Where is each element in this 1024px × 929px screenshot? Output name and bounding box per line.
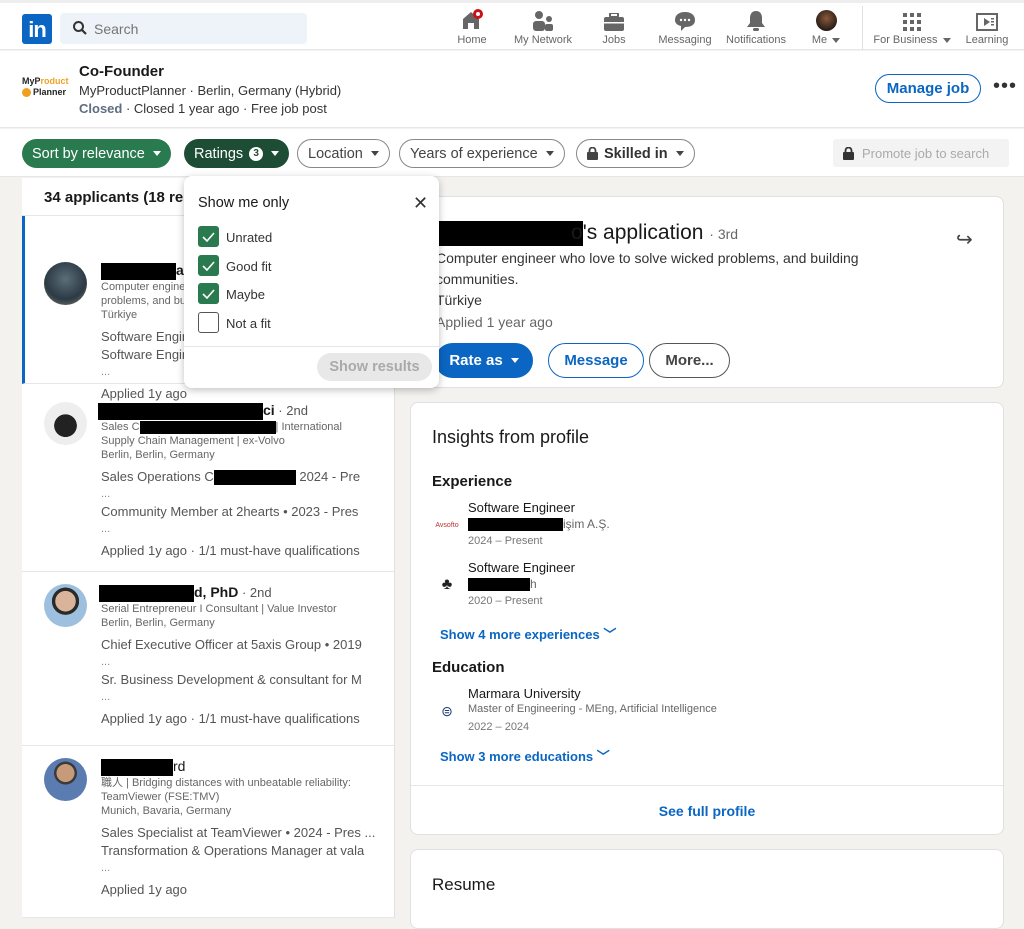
- network-icon: [533, 11, 553, 31]
- job-subtitle: MyProductPlanner · Berlin, Germany (Hybr…: [79, 83, 342, 98]
- job-status: Closed · Closed 1 year ago · Free job po…: [79, 101, 327, 116]
- search-icon: [73, 21, 87, 35]
- see-full-profile-link[interactable]: See full profile: [411, 803, 1003, 819]
- sort-dropdown[interactable]: Sort by relevance: [22, 139, 171, 168]
- me-avatar: [815, 10, 837, 31]
- checkbox-not-a-fit[interactable]: [198, 312, 219, 333]
- share-icon[interactable]: ↪: [956, 227, 973, 252]
- avatar: [44, 262, 87, 305]
- chevron-down-icon: [510, 358, 519, 363]
- chevron-down-icon: [370, 151, 379, 156]
- redacted-name: [101, 262, 176, 280]
- lock-icon: [587, 147, 598, 160]
- close-icon[interactable]: ✕: [413, 193, 428, 214]
- ratings-filter-popup: Show me only ✕ Unrated Good fit Maybe No…: [184, 176, 439, 388]
- show-more-experiences-link[interactable]: Show 4 more experiences ﹀: [440, 624, 616, 643]
- job-title: Co-Founder: [79, 63, 164, 80]
- insights-title: Insights from profile: [432, 427, 590, 447]
- applicant-item[interactable]: d, PhD · 2nd Serial Entrepreneur I Consu…: [22, 572, 394, 746]
- experience-item: ♣ Software Engineer h 2020 – Present: [432, 560, 932, 614]
- nav-learning[interactable]: Learning: [964, 9, 1010, 49]
- education-item: ⊜ Marmara University Master of Engineeri…: [432, 686, 932, 740]
- application-card: Ao's application · 3rd Computer engineer…: [410, 196, 1004, 388]
- job-header: MyProduct Planner Co-Founder MyProductPl…: [0, 51, 1024, 128]
- bell-icon: [747, 11, 765, 31]
- briefcase-icon: [604, 13, 624, 31]
- status-badge: Closed: [79, 101, 123, 116]
- company-logo: ♣: [441, 576, 453, 593]
- chevron-down-icon: [832, 38, 841, 43]
- messaging-icon: [675, 12, 695, 31]
- application-title: Ao's application · 3rd: [436, 221, 738, 246]
- chevron-down-icon: [545, 151, 554, 156]
- applicant-item[interactable]: rd 職人 | Bridging distances with unbeatab…: [22, 746, 394, 918]
- resume-card: Resume: [410, 849, 1004, 929]
- more-button[interactable]: More...: [649, 343, 730, 378]
- nav-jobs[interactable]: Jobs: [597, 9, 631, 49]
- chevron-down-icon: [675, 151, 684, 156]
- redacted-name: [99, 584, 194, 602]
- chevron-down-icon: [152, 151, 161, 156]
- rate-as-button[interactable]: Rate as: [435, 343, 533, 378]
- search-input[interactable]: [94, 13, 294, 44]
- lock-icon: [843, 146, 854, 160]
- location-filter[interactable]: Location: [297, 139, 390, 168]
- checkmark-icon: [202, 260, 215, 271]
- chevron-down-icon: ﹀: [603, 627, 617, 642]
- checkbox-good-fit[interactable]: [198, 255, 219, 276]
- home-icon: [463, 9, 483, 29]
- experience-item: Avsofto Software Engineer işim A.Ş. 2024…: [432, 500, 932, 554]
- resume-title: Resume: [432, 875, 496, 894]
- chevron-down-icon: [271, 151, 280, 156]
- divider: [184, 346, 439, 347]
- check-badge-icon: [22, 88, 31, 97]
- checkmark-icon: [202, 288, 215, 299]
- nav-notifications[interactable]: Notifications: [722, 9, 790, 49]
- ratings-filter[interactable]: Ratings 3: [184, 139, 290, 168]
- checkbox-maybe[interactable]: [198, 283, 219, 304]
- university-logo: ⊜: [441, 702, 453, 719]
- divider: [411, 785, 1003, 786]
- checkmark-icon: [202, 231, 215, 242]
- ratings-count-badge: 3: [249, 146, 264, 161]
- experience-heading: Experience: [432, 473, 513, 490]
- more-options-icon[interactable]: •••: [993, 76, 1017, 96]
- nav-me[interactable]: Me: [806, 9, 846, 49]
- show-results-button[interactable]: Show results: [317, 353, 432, 381]
- chevron-down-icon: ﹀: [596, 749, 610, 764]
- grid-icon: [903, 13, 921, 31]
- education-heading: Education: [432, 659, 505, 676]
- nav-messaging[interactable]: Messaging: [654, 9, 716, 49]
- redacted-name: [101, 758, 173, 776]
- manage-job-button[interactable]: Manage job: [875, 74, 981, 103]
- redacted-name: [98, 402, 263, 420]
- nav-divider: [862, 6, 863, 50]
- top-nav: in Home My Network Jobs Messaging Notifi…: [0, 0, 1024, 50]
- search-box[interactable]: [60, 13, 307, 44]
- insights-card: Insights from profile Experience Avsofto…: [410, 402, 1004, 835]
- redacted-name: [438, 221, 584, 246]
- nav-for-business[interactable]: For Business: [872, 9, 952, 49]
- skilled-in-filter[interactable]: Skilled in: [576, 139, 695, 168]
- filter-bar: Sort by relevance Ratings 3 Location Year…: [0, 129, 1024, 177]
- popup-title: Show me only: [198, 195, 290, 211]
- nav-home[interactable]: Home: [450, 9, 494, 49]
- checkbox-unrated[interactable]: [198, 226, 219, 247]
- learning-icon: [976, 13, 998, 31]
- company-logo: Avsofto: [435, 521, 459, 529]
- avatar: [44, 584, 87, 627]
- avatar: [44, 402, 87, 445]
- years-experience-filter[interactable]: Years of experience: [399, 139, 565, 168]
- linkedin-logo[interactable]: in: [22, 14, 52, 44]
- nav-my-network[interactable]: My Network: [508, 9, 578, 49]
- avatar: [44, 758, 87, 801]
- company-logo: MyProduct Planner: [22, 76, 69, 97]
- message-button[interactable]: Message: [548, 343, 644, 378]
- applicant-item[interactable]: ci · 2nd Sales C | International Supply C…: [22, 384, 394, 572]
- promote-job-button[interactable]: Promote job to search: [833, 139, 1009, 167]
- show-more-educations-link[interactable]: Show 3 more educations ﹀: [440, 746, 610, 765]
- chevron-down-icon: [942, 38, 951, 43]
